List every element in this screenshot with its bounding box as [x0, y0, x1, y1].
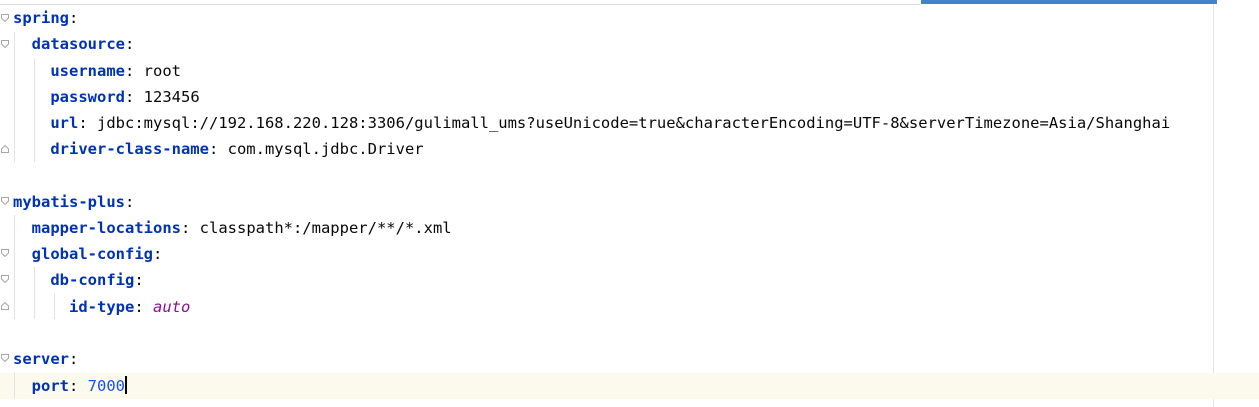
yaml-value: 7000 — [78, 377, 126, 395]
code-line[interactable]: db-config: — [13, 267, 144, 293]
yaml-value: 123456 — [134, 88, 200, 106]
yaml-key: password — [50, 88, 125, 106]
fold-close-icon[interactable] — [1, 302, 9, 310]
yaml-key: id-type — [69, 298, 135, 316]
yaml-key: mybatis-plus — [13, 193, 125, 211]
yaml-value: classpath*:/mapper/**/*.xml — [190, 219, 452, 237]
code-line[interactable]: datasource: — [13, 31, 135, 57]
code-editor[interactable]: spring: datasource: username: root passw… — [0, 0, 1259, 407]
yaml-value: jdbc:mysql://192.168.220.128:3306/gulima… — [87, 114, 1171, 132]
code-line[interactable]: id-type: auto — [13, 294, 190, 320]
code-line[interactable]: password: 123456 — [13, 84, 200, 110]
yaml-value: com.mysql.jdbc.Driver — [218, 140, 424, 158]
fold-open-icon[interactable] — [1, 40, 9, 48]
yaml-key: server — [13, 350, 69, 368]
code-line[interactable]: mybatis-plus: — [13, 189, 134, 215]
active-tab-indicator — [921, 0, 1217, 4]
yaml-colon: : — [153, 245, 163, 263]
text-cursor — [125, 376, 127, 394]
code-line[interactable]: url: jdbc:mysql://192.168.220.128:3306/g… — [13, 110, 1170, 136]
yaml-key: datasource — [31, 35, 125, 53]
fold-close-icon[interactable] — [1, 145, 9, 153]
yaml-key: db-config — [50, 271, 135, 289]
code-line[interactable]: username: root — [13, 58, 181, 84]
yaml-colon: : — [78, 114, 88, 132]
code-line[interactable]: server: — [13, 346, 78, 372]
fold-open-icon[interactable] — [1, 249, 9, 257]
yaml-colon: : — [124, 193, 135, 211]
fold-gutter — [0, 0, 12, 407]
yaml-value: auto — [143, 298, 191, 316]
fold-open-icon[interactable] — [1, 197, 9, 205]
yaml-key: url — [50, 114, 79, 132]
yaml-colon: : — [208, 140, 219, 158]
yaml-key: port — [31, 377, 69, 395]
yaml-key: spring — [13, 9, 69, 27]
yaml-key: mapper-locations — [31, 219, 181, 237]
code-line[interactable]: port: 7000 — [13, 373, 127, 399]
yaml-key: username — [50, 62, 125, 80]
yaml-colon: : — [134, 271, 144, 289]
yaml-colon: : — [134, 298, 144, 316]
yaml-colon: : — [69, 9, 79, 27]
yaml-key: driver-class-name — [50, 140, 209, 158]
fold-open-icon[interactable] — [1, 14, 9, 22]
right-margin-guide — [1213, 4, 1214, 407]
code-line[interactable]: spring: — [13, 5, 78, 31]
fold-open-icon[interactable] — [1, 275, 9, 283]
yaml-key: global-config — [31, 245, 153, 263]
fold-open-icon[interactable] — [1, 354, 9, 362]
yaml-colon: : — [69, 377, 79, 395]
yaml-value: root — [134, 62, 181, 80]
yaml-colon: : — [180, 219, 191, 237]
editor-top-border — [0, 4, 920, 5]
caret-line-highlight — [0, 373, 1259, 399]
yaml-colon: : — [124, 88, 135, 106]
code-line[interactable]: mapper-locations: classpath*:/mapper/**/… — [13, 215, 452, 241]
yaml-colon: : — [124, 62, 135, 80]
yaml-colon: : — [69, 350, 79, 368]
code-line[interactable]: global-config: — [13, 241, 163, 267]
yaml-colon: : — [125, 35, 135, 53]
code-line[interactable]: driver-class-name: com.mysql.jdbc.Driver — [13, 136, 424, 162]
